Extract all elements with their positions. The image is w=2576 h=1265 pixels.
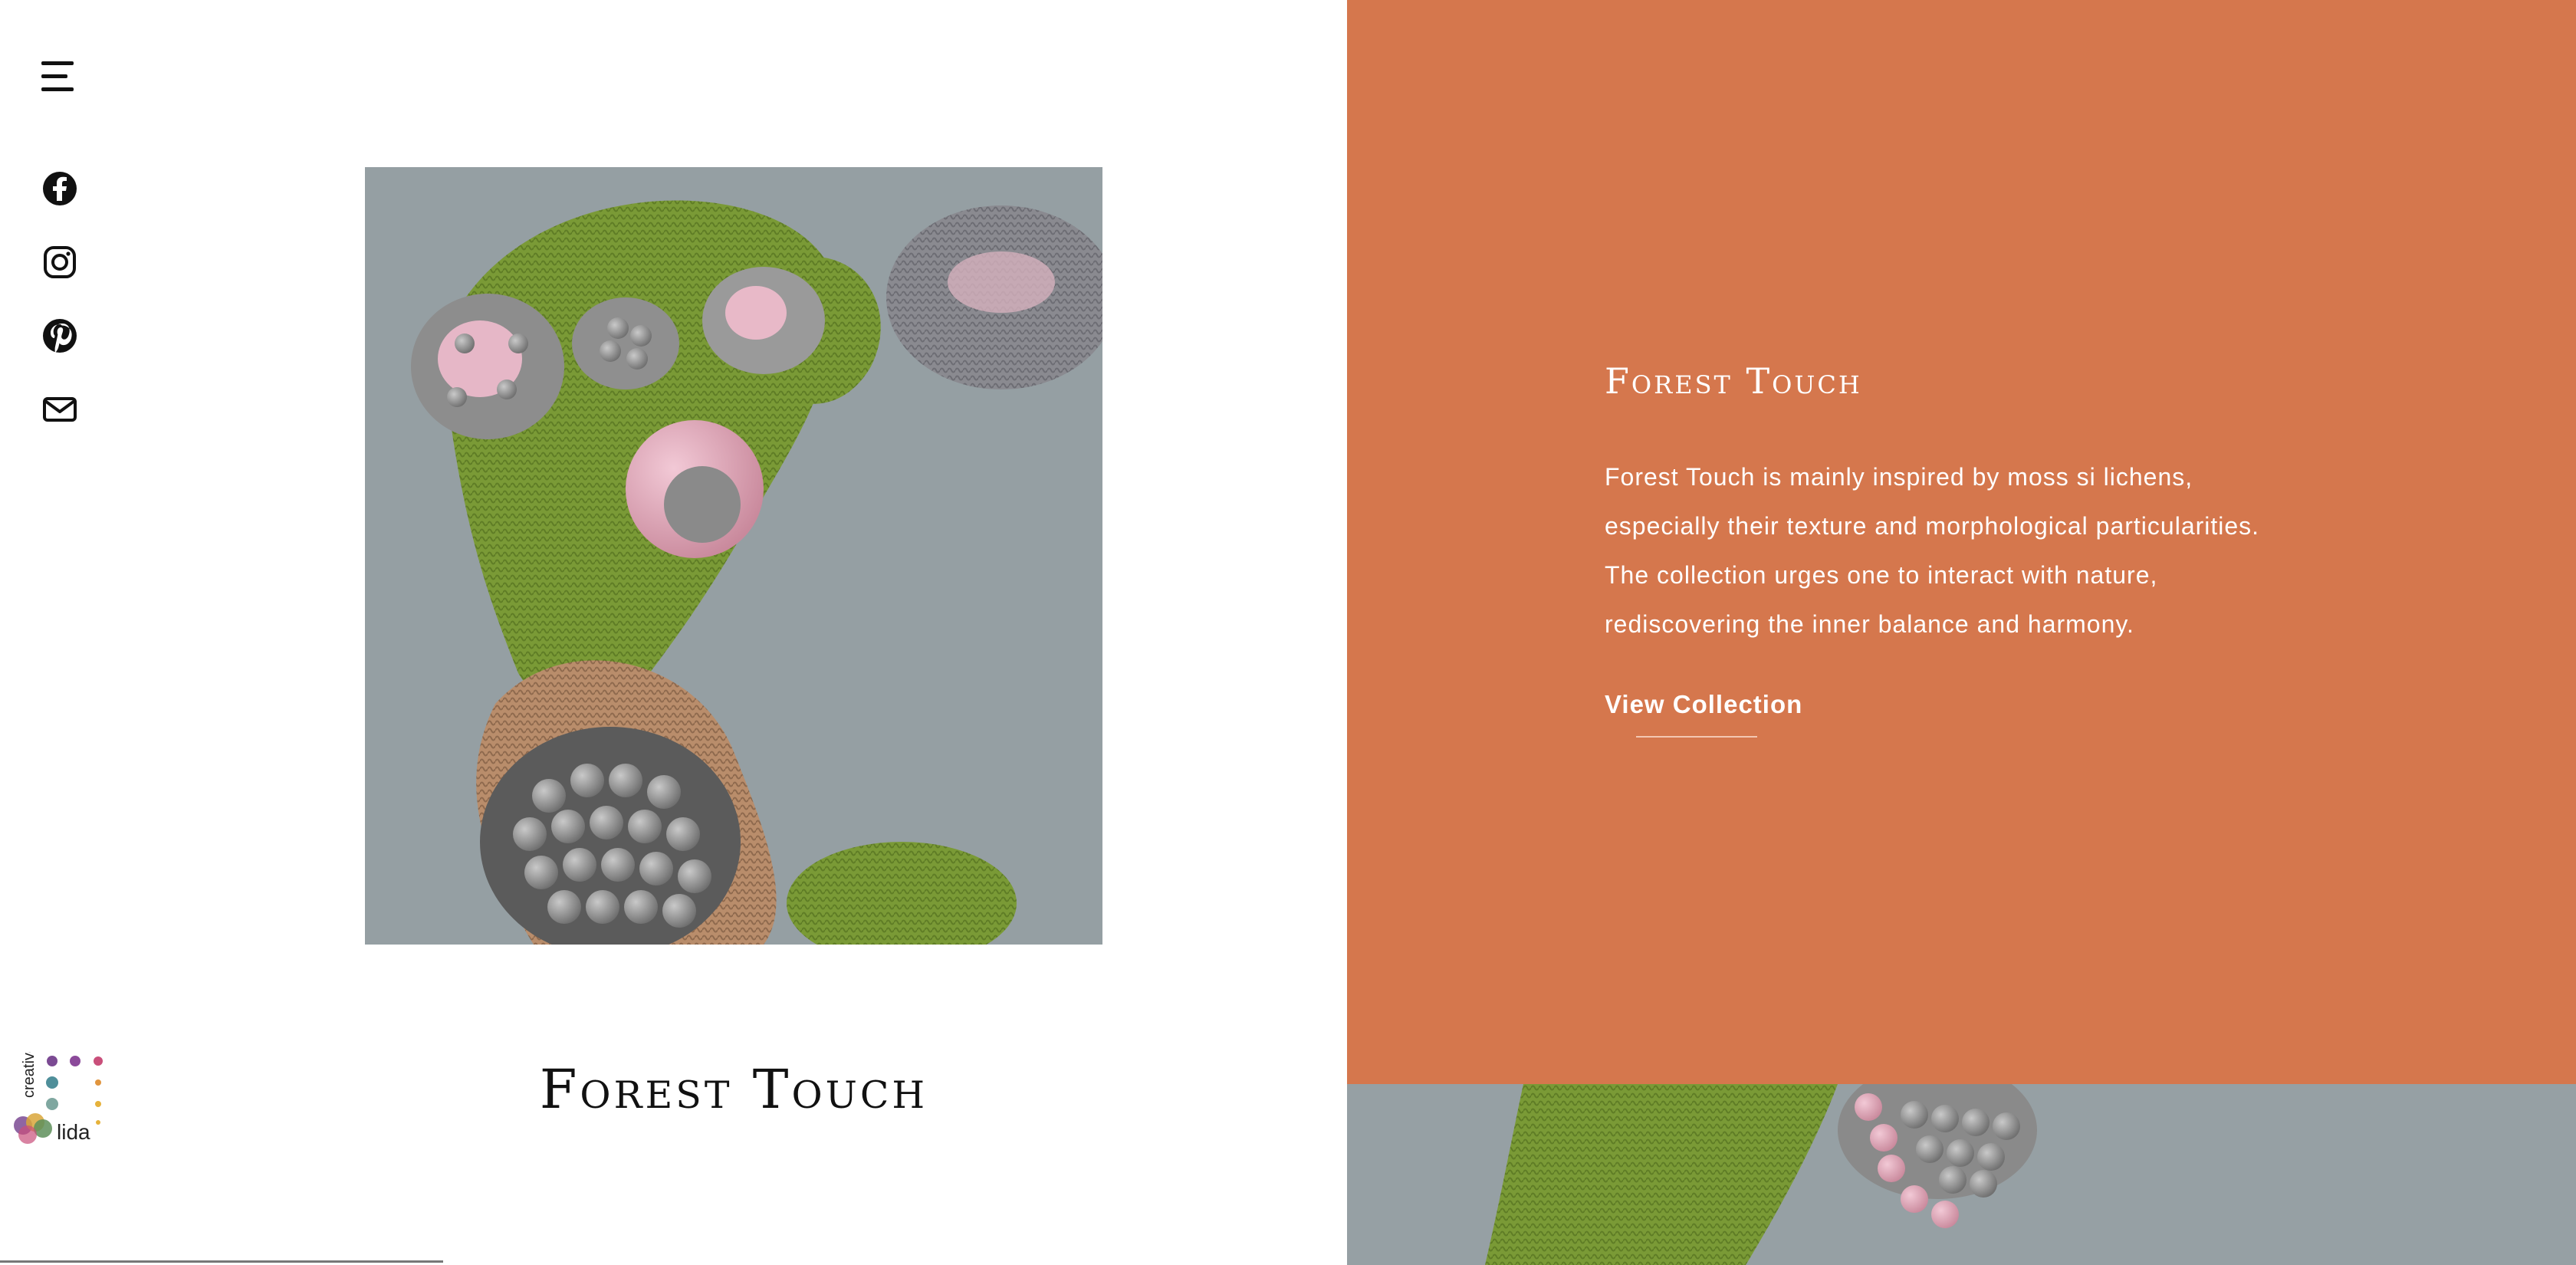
secondary-product-image[interactable] <box>1347 1084 2576 1265</box>
svg-text:creative: creative <box>21 1052 38 1098</box>
product-image[interactable] <box>365 167 1102 945</box>
link-underline <box>1636 736 1757 738</box>
description-line: Forest Touch is mainly inspired by moss … <box>1605 463 2193 491</box>
view-collection-link[interactable]: View Collection <box>1605 690 1802 719</box>
description-line: The collection urges one to interact wit… <box>1605 561 2158 589</box>
instagram-icon[interactable] <box>38 241 81 284</box>
scroll-indicator <box>0 1260 443 1263</box>
creative-lida-logo[interactable]: creative lida <box>12 1044 109 1153</box>
hamburger-menu-icon[interactable] <box>41 61 77 92</box>
mail-icon[interactable] <box>38 388 81 431</box>
product-title: Forest Touch <box>539 1058 928 1121</box>
collection-description: Forest Touch is mainly inspired by moss … <box>1605 452 2318 649</box>
pinterest-icon[interactable] <box>38 314 81 357</box>
description-line: rediscovering the inner balance and harm… <box>1605 610 2134 638</box>
description-line: especially their texture and morphologic… <box>1605 512 2260 540</box>
svg-text:lida: lida <box>57 1120 90 1144</box>
collection-title: Forest Touch <box>1605 360 1862 402</box>
facebook-icon[interactable] <box>38 167 81 210</box>
